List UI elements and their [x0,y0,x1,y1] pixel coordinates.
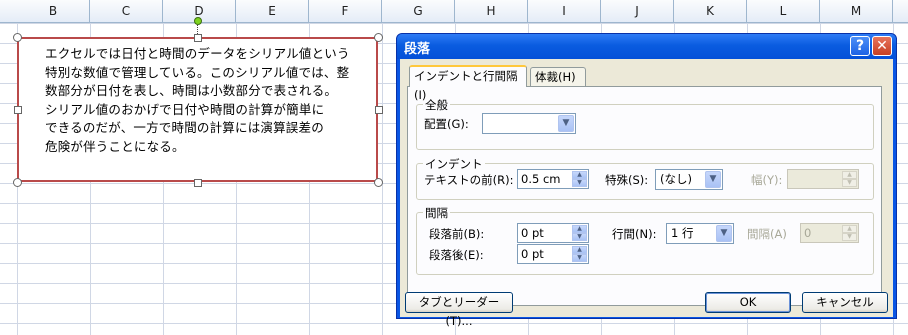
spacing-group: 間隔 [416,205,874,275]
spin-down-icon: ▼ [842,233,857,241]
resize-handle-top[interactable] [194,34,202,42]
resize-handle-top-right[interactable] [374,33,383,42]
help-icon: ? [855,38,865,54]
spin-down-icon[interactable]: ▼ [572,179,587,187]
text-box-content[interactable]: エクセルでは日付と時間のデータをシリアル値という 特別な数値で管理している。この… [45,45,375,157]
column-header-m[interactable]: M [820,0,893,22]
column-header-h[interactable]: H [455,0,528,22]
close-icon: ✕ [876,38,888,54]
column-header-k[interactable]: K [674,0,747,22]
dialog-client: インデントと行間隔(I) 体裁(H) 全般 配置(G): ▼ インデント テキス… [400,59,893,328]
special-value: (なし) [660,172,692,186]
tab-asian-typography[interactable]: 体裁(H) [530,67,586,86]
spin-up-icon: ▲ [842,225,857,233]
text-line: 数部分が日付を表し、時間は小数部分で表される。 [45,83,338,99]
spin-down-icon[interactable]: ▼ [572,254,587,262]
resize-handle-top-left[interactable] [13,33,22,42]
column-header-e[interactable]: E [236,0,309,22]
dialog-titlebar[interactable]: 段落 ? ✕ [397,34,896,59]
column-header-f[interactable]: F [309,0,382,22]
column-header-c[interactable]: C [90,0,163,22]
by-label: 幅(Y): [751,173,783,187]
spacing-after-label: 段落後(E): [429,248,484,262]
before-text-value: 0.5 cm [521,172,561,186]
column-header-b[interactable]: B [17,0,90,22]
general-group-label: 全般 [423,97,450,113]
spacing-before-spinner[interactable]: 0 pt ▲ ▼ [517,223,589,243]
text-line: 特別な数値で管理している。このシリアル値では、整 [45,64,350,80]
line-spacing-label: 行間(N): [612,227,657,241]
help-button[interactable]: ? [850,36,870,56]
alignment-select[interactable]: ▼ [482,113,576,134]
text-line: エクセルでは日付と時間のデータをシリアル値という [45,46,350,61]
ok-button[interactable]: OK [705,292,791,313]
resize-handle-left[interactable] [14,106,22,114]
resize-handle-bottom-left[interactable] [13,178,22,187]
text-line: できるのだが、一方で時間の計算には演算誤差の [45,120,324,136]
text-box[interactable]: エクセルでは日付と時間のデータをシリアル値という 特別な数値で管理している。この… [17,37,378,182]
column-header-l[interactable]: L [747,0,820,22]
tab-label: 体裁(H) [535,70,576,84]
before-text-spinner[interactable]: 0.5 cm ▲ ▼ [517,169,589,189]
close-button[interactable]: ✕ [872,36,892,56]
spin-up-icon[interactable]: ▲ [572,246,587,254]
line-spacing-select[interactable]: 1 行 ▼ [666,223,734,244]
spin-down-icon[interactable]: ▼ [572,233,587,241]
by-spinner: ▲ ▼ [787,169,859,189]
chevron-down-icon[interactable]: ▼ [558,115,574,132]
chevron-down-icon[interactable]: ▼ [705,171,721,188]
indent-group-label: インデント [423,156,485,172]
resize-handle-bottom-right[interactable] [374,178,383,187]
line-spacing-value: 1 行 [671,226,694,240]
special-select[interactable]: (なし) ▼ [655,169,723,190]
rotation-handle[interactable] [194,17,202,25]
spin-up-icon: ▲ [842,171,857,179]
tabs-leaders-button[interactable]: タブとリーダー(T)... [405,292,513,328]
spacing-after-spinner[interactable]: 0 pt ▲ ▼ [517,244,589,264]
tab-indents-spacing[interactable]: インデントと行間隔(I) [409,65,527,102]
special-label: 特殊(S): [605,173,649,187]
spin-up-icon[interactable]: ▲ [572,171,587,179]
spacing-at-label: 間隔(A) [747,227,787,241]
column-header-i[interactable]: I [528,0,601,22]
resize-handle-bottom[interactable] [194,179,202,187]
column-header-g[interactable]: G [382,0,455,22]
paragraph-dialog: 段落 ? ✕ インデントと行間隔(I) 体裁(H) 全般 配置(G): ▼ イン… [396,33,897,328]
spacing-before-value: 0 pt [521,226,544,240]
spacing-after-value: 0 pt [521,247,544,261]
resize-handle-right[interactable] [375,106,383,114]
text-line: シリアル値のおかげで日付や時間の計算が簡単に [45,101,325,117]
dialog-title: 段落 [404,42,431,57]
spacing-group-label: 間隔 [423,205,450,221]
chevron-down-icon[interactable]: ▼ [716,225,732,242]
cancel-button[interactable]: キャンセル [802,292,888,313]
spacing-at-spinner: 0 ▲ ▼ [800,223,859,243]
text-line: 危険が伴うことになる。 [45,138,185,154]
spin-down-icon: ▼ [842,179,857,187]
column-header: B C D E F G H I J K L M [0,0,908,23]
spacing-at-value: 0 [804,226,812,240]
before-text-label: テキストの前(R): [424,173,514,187]
spin-up-icon[interactable]: ▲ [572,225,587,233]
spacing-before-label: 段落前(B): [429,227,485,241]
column-header-j[interactable]: J [601,0,674,22]
alignment-label: 配置(G): [424,117,469,131]
tab-panel: 全般 配置(G): ▼ インデント テキストの前(R): 0.5 cm ▲ ▼ 特… [407,86,882,306]
